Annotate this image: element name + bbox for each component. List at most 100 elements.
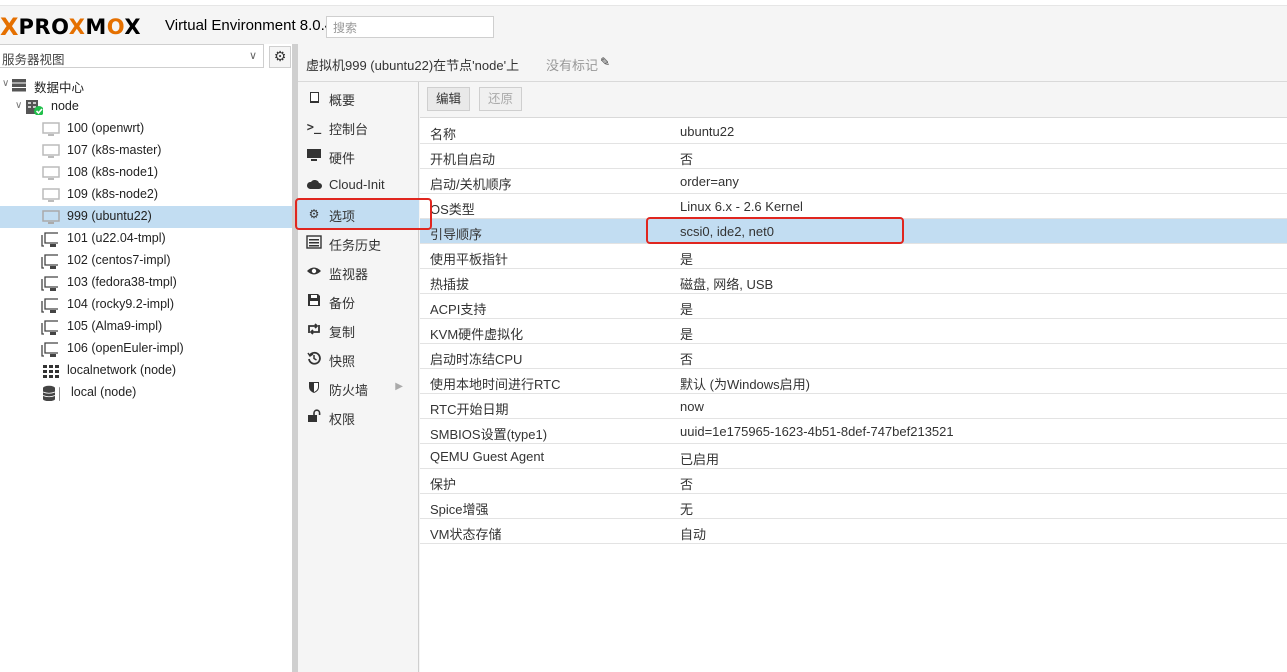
tree-item-vm[interactable]: 107 (k8s-master) [0, 140, 292, 162]
datacenter-icon [12, 79, 26, 92]
chevron-down-icon: ∨ [248, 49, 257, 62]
tree-item-template[interactable]: 103 (fedora38-tmpl) [0, 272, 292, 294]
tree-item-label: 106 (openEuler-impl) [67, 341, 184, 355]
table-row[interactable]: RTC开始日期 now [420, 394, 1287, 419]
tree-settings-button[interactable]: ⚙ [269, 46, 291, 68]
table-row[interactable]: Spice增强 无 [420, 494, 1287, 519]
tree-item-label: 100 (openwrt) [67, 121, 145, 135]
tree-item-network[interactable]: localnetwork (node) [0, 360, 292, 382]
terminal-icon: >_ [306, 120, 322, 134]
nav-item-task-history[interactable]: 任务历史 [298, 229, 419, 257]
option-key: 引导顺序 [430, 227, 483, 242]
tree-item-template[interactable]: 105 (Alma9-impl) [0, 316, 292, 338]
tree-item-label: 102 (centos7-impl) [67, 253, 171, 267]
table-row[interactable]: 使用平板指针 是 [420, 244, 1287, 269]
template-icon [41, 276, 58, 291]
option-value: 是 [680, 327, 694, 342]
vm-icon [42, 122, 60, 136]
nav-item-firewall[interactable]: 防火墙 ▶ [298, 374, 419, 402]
tree-item-template[interactable]: 106 (openEuler-impl) [0, 338, 292, 360]
option-key: OS类型 [430, 202, 475, 217]
edit-button[interactable]: 编辑 [427, 87, 471, 111]
option-value: 否 [680, 477, 694, 492]
nav-item-summary[interactable]: 概要 [298, 84, 419, 112]
nav-item-replication[interactable]: 复制 [298, 316, 419, 344]
tree-item-vm-selected[interactable]: 999 (ubuntu22) [0, 206, 292, 228]
monitor-icon [306, 148, 322, 164]
nav-item-label: 备份 [329, 296, 356, 311]
tree-item-label: 103 (fedora38-tmpl) [67, 275, 177, 289]
tree-item-label: 107 (k8s-master) [67, 143, 162, 157]
nav-item-label: Cloud-Init [329, 177, 385, 192]
table-row[interactable]: 使用本地时间进行RTC 默认 (为Windows启用) [420, 369, 1287, 394]
nav-item-console[interactable]: >_ 控制台 [298, 113, 419, 141]
table-row[interactable]: VM状态存储 自动 [420, 519, 1287, 544]
table-row[interactable]: SMBIOS设置(type1) uuid=1e175965-1623-4b51-8… [420, 419, 1287, 444]
nav-item-hardware[interactable]: 硬件 [298, 142, 419, 170]
tree-item-datacenter[interactable]: ∨ 数据中心 [0, 74, 292, 96]
expand-arrow-icon[interactable]: ∨ [15, 100, 22, 111]
view-selector-label: 服务器视图 [2, 52, 65, 67]
floppy-icon [306, 293, 322, 309]
option-value: 磁盘, 网络, USB [680, 277, 774, 292]
option-value: order=any [680, 174, 739, 189]
table-row[interactable]: 开机自启动 否 [420, 144, 1287, 169]
tree-item-template[interactable]: 102 (centos7-impl) [0, 250, 292, 272]
proxmox-logo[interactable]: X PROXMOX [0, 14, 141, 40]
tree-item-node[interactable]: ∨ node [0, 96, 292, 118]
tree-item-label: 105 (Alma9-impl) [67, 319, 163, 333]
vm-icon [42, 144, 60, 158]
nav-item-backup[interactable]: 备份 [298, 287, 419, 315]
tree-item-label: node [51, 99, 79, 113]
nav-item-label: 防火墙 [329, 383, 369, 398]
nav-item-cloudinit[interactable]: Cloud-Init [298, 171, 419, 199]
storage-icon [42, 385, 60, 401]
nav-item-label: 控制台 [329, 122, 369, 137]
expand-arrow-icon[interactable]: ∨ [2, 78, 9, 89]
revert-button[interactable]: 还原 [479, 87, 523, 111]
table-row[interactable]: KVM硬件虚拟化 是 [420, 319, 1287, 344]
nav-item-permissions[interactable]: 权限 [298, 403, 419, 431]
table-row[interactable]: QEMU Guest Agent 已启用 [420, 444, 1287, 469]
browser-strip [0, 0, 1287, 6]
table-row[interactable]: 保护 否 [420, 469, 1287, 494]
table-row[interactable]: 启动时冻结CPU 否 [420, 344, 1287, 369]
logo-part-o: O [106, 15, 125, 39]
view-selector[interactable]: 服务器视图 ∨ [0, 44, 264, 68]
tree-item-template[interactable]: 104 (rocky9.2-impl) [0, 294, 292, 316]
logo-wordmark: PROXMOX [19, 14, 142, 40]
option-key: 使用平板指针 [430, 252, 509, 267]
nav-item-snapshots[interactable]: 快照 [298, 345, 419, 373]
option-value: uuid=1e175965-1623-4b51-8def-747bef21352… [680, 424, 954, 439]
expand-right-icon[interactable]: ▶ [395, 381, 403, 392]
nav-item-monitor[interactable]: 监视器 [298, 258, 419, 286]
tree-item-storage[interactable]: local (node) [0, 382, 292, 404]
cloud-icon [306, 177, 322, 193]
search-input[interactable]: 搜索 [326, 16, 494, 38]
nav-item-label: 复制 [329, 325, 356, 340]
nav-item-label: 概要 [329, 93, 356, 108]
tree-item-label: 104 (rocky9.2-impl) [67, 297, 174, 311]
tree-item-vm[interactable]: 100 (openwrt) [0, 118, 292, 140]
table-row[interactable]: OS类型 Linux 6.x - 2.6 Kernel [420, 194, 1287, 219]
vm-icon [42, 188, 60, 202]
option-key: 名称 [430, 127, 457, 142]
tree-item-label: 109 (k8s-node2) [67, 187, 159, 201]
table-row[interactable]: 启动/关机顺序 order=any [420, 169, 1287, 194]
tree-item-vm[interactable]: 108 (k8s-node1) [0, 162, 292, 184]
option-key: KVM硬件虚拟化 [430, 327, 524, 342]
edit-tags-pencil-icon[interactable]: ✎ [600, 55, 610, 69]
option-key: RTC开始日期 [430, 402, 509, 417]
tree-item-template[interactable]: 101 (u22.04-tmpl) [0, 228, 292, 250]
highlight-box-options-nav [295, 198, 432, 230]
unlock-icon [306, 409, 322, 425]
tree-item-vm[interactable]: 109 (k8s-node2) [0, 184, 292, 206]
table-row[interactable]: 热插拔 磁盘, 网络, USB [420, 269, 1287, 294]
table-row[interactable]: 名称 ubuntu22 [420, 119, 1287, 144]
network-icon [43, 365, 59, 378]
template-icon [41, 232, 58, 247]
vm-nav: 概要 >_ 控制台 硬件 Cloud-Init ⚙ 选项 任务历史 监视器 备份… [298, 82, 419, 672]
vm-icon [42, 210, 60, 224]
table-row[interactable]: ACPI支持 是 [420, 294, 1287, 319]
option-value: ubuntu22 [680, 124, 735, 139]
